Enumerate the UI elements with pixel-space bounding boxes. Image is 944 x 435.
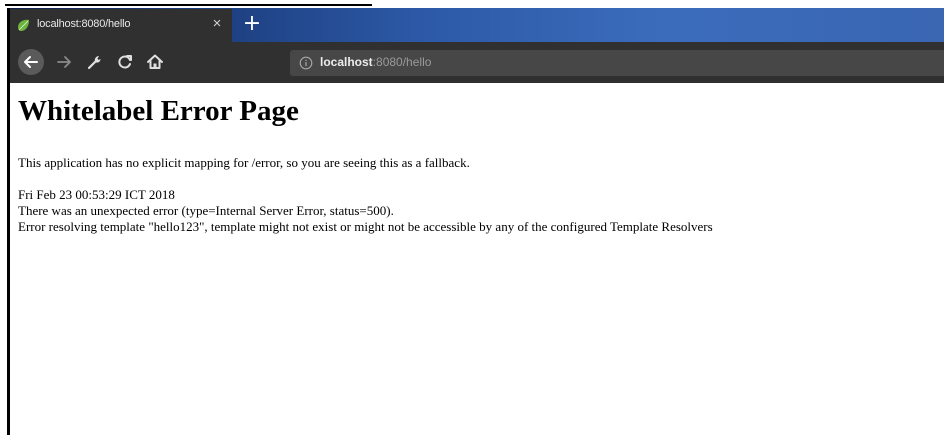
intro-text: This application has no explicit mapping… [18, 155, 470, 170]
url-text[interactable]: localhost:8080/hello [320, 55, 431, 69]
spring-leaf-icon [18, 19, 29, 31]
browser-window: localhost:8080/hello × + localhost:8080/… [10, 8, 944, 435]
new-tab-button[interactable]: + [242, 13, 262, 35]
page-title: Whitelabel Error Page [18, 95, 299, 127]
page-content: Whitelabel Error Page This application h… [10, 83, 944, 435]
top-strip [0, 0, 944, 8]
home-button[interactable] [143, 50, 167, 74]
error-message: There was an unexpected error (type=Inte… [18, 203, 394, 218]
error-details: Fri Feb 23 00:53:29 ICT 2018 There was a… [18, 187, 713, 235]
top-strip-underline [5, 4, 372, 6]
screenshot-frame: localhost:8080/hello × + localhost:8080/… [0, 0, 944, 435]
wrench-icon [87, 56, 101, 70]
close-icon[interactable]: × [210, 16, 224, 32]
home-icon [147, 54, 163, 69]
url-host: localhost [320, 55, 373, 69]
error-detail: Error resolving template "hello123", tem… [18, 219, 713, 234]
url-path: :8080/hello [372, 55, 432, 69]
reload-icon [118, 55, 132, 69]
arrow-left-icon [24, 56, 38, 68]
arrow-right-icon [57, 56, 71, 68]
reload-button[interactable] [113, 50, 137, 74]
tab-active[interactable]: localhost:8080/hello × [10, 9, 232, 42]
tab-bar: localhost:8080/hello × + [10, 8, 944, 42]
address-bar[interactable]: localhost:8080/hello [290, 50, 944, 76]
forward-button[interactable] [52, 50, 76, 74]
extension-button[interactable] [82, 50, 106, 74]
back-button[interactable] [18, 49, 44, 75]
tab-title: localhost:8080/hello [37, 18, 131, 30]
navigation-toolbar: localhost:8080/hello [10, 42, 944, 83]
info-icon[interactable] [299, 56, 313, 70]
error-timestamp: Fri Feb 23 00:53:29 ICT 2018 [18, 187, 175, 202]
